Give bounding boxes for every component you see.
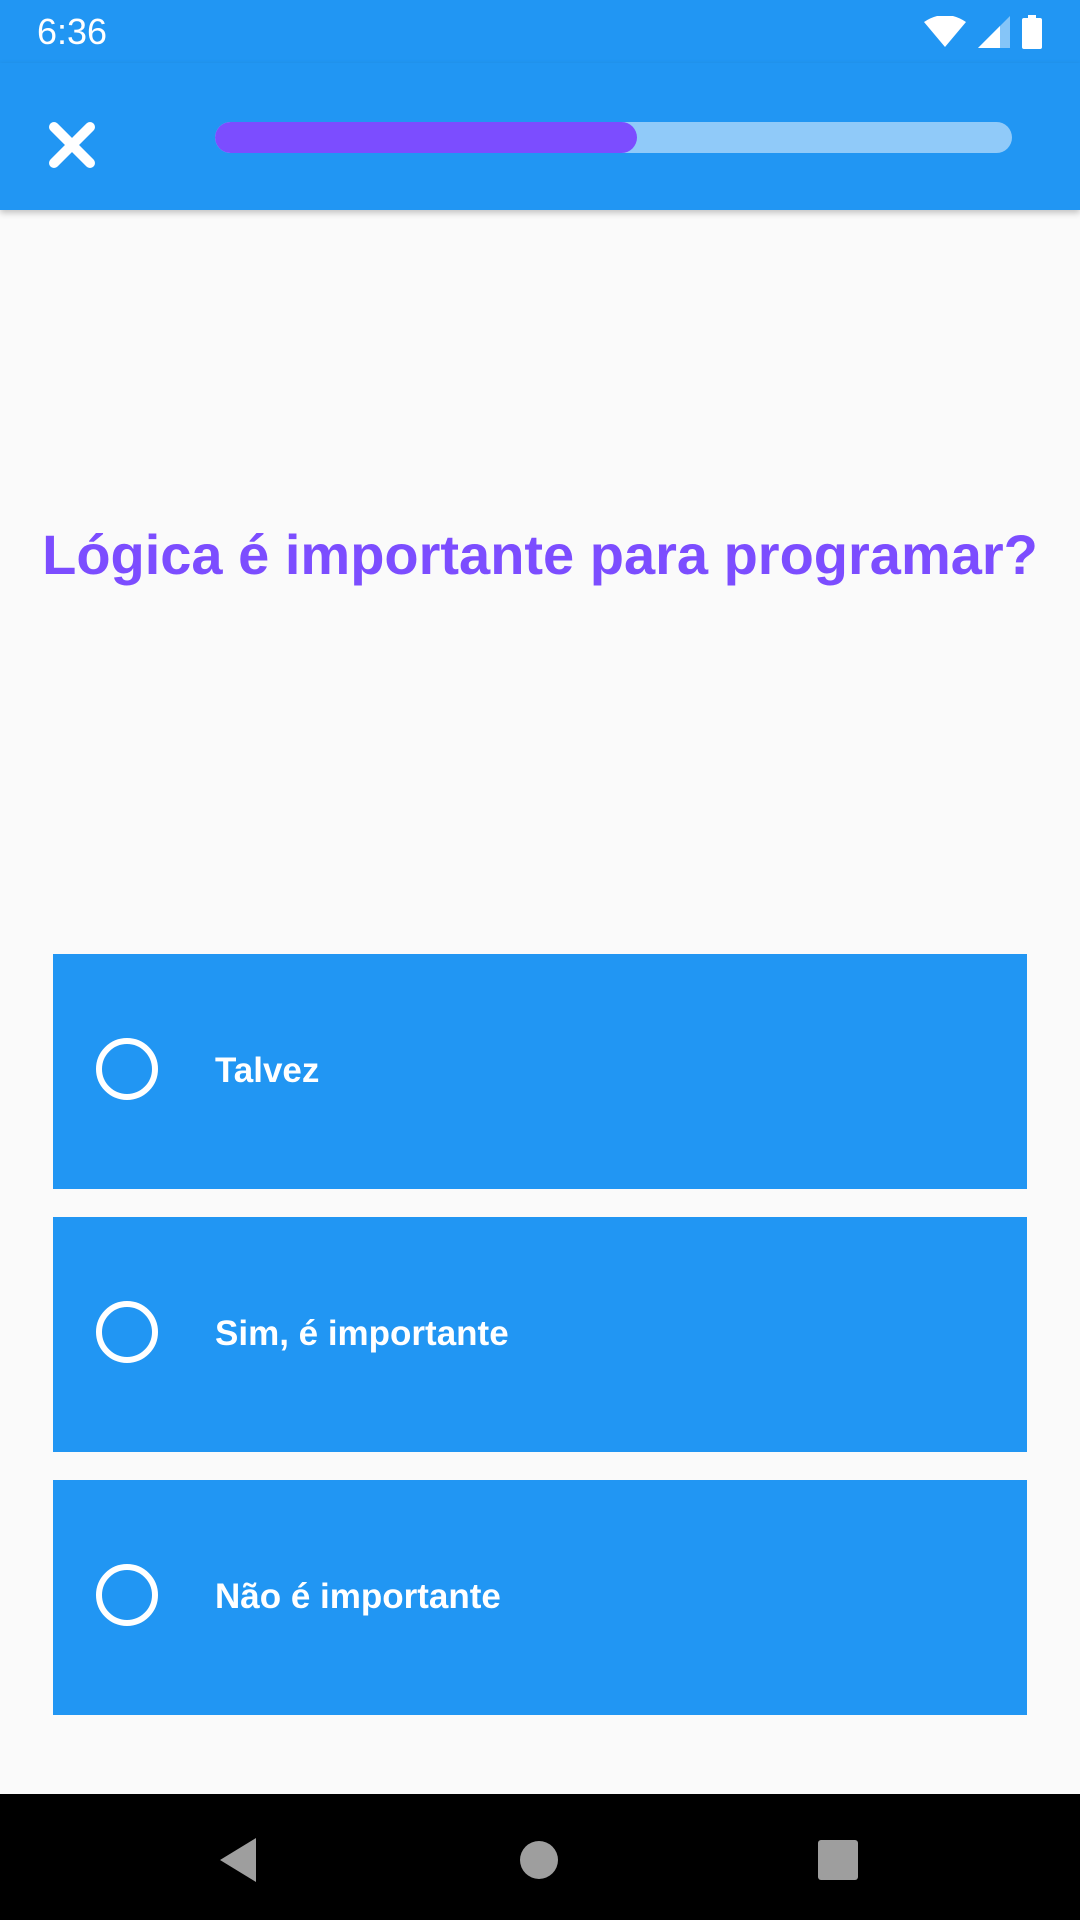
signal-icon bbox=[978, 16, 1010, 48]
answer-option[interactable]: Talvez bbox=[53, 954, 1027, 1189]
question-title: Lógica é importante para programar? bbox=[42, 523, 1038, 586]
answer-options: Talvez Sim, é importante Não é important… bbox=[53, 954, 1027, 1743]
back-button[interactable] bbox=[208, 1830, 268, 1890]
progress-fill bbox=[215, 122, 638, 153]
answer-option-label: Sim, é importante bbox=[215, 1314, 509, 1353]
radio-circle-icon bbox=[96, 1038, 158, 1100]
recents-icon bbox=[818, 1840, 858, 1880]
answer-option-label: Não é importante bbox=[215, 1577, 501, 1616]
radio-circle-icon bbox=[96, 1301, 158, 1363]
navigation-bar bbox=[0, 1794, 1080, 1920]
back-icon bbox=[220, 1838, 256, 1882]
home-button[interactable] bbox=[509, 1830, 569, 1890]
answer-option-label: Talvez bbox=[215, 1051, 320, 1090]
home-icon bbox=[520, 1841, 558, 1879]
progress-bar bbox=[215, 122, 1012, 153]
battery-icon bbox=[1022, 15, 1042, 49]
close-button[interactable] bbox=[38, 111, 106, 179]
radio-circle-icon bbox=[96, 1564, 158, 1626]
answer-option[interactable]: Não é importante bbox=[53, 1480, 1027, 1715]
answer-option[interactable]: Sim, é importante bbox=[53, 1217, 1027, 1452]
status-icons bbox=[924, 14, 1042, 50]
wifi-icon bbox=[924, 16, 966, 47]
recents-button[interactable] bbox=[808, 1830, 868, 1890]
close-icon bbox=[49, 122, 95, 168]
app-bar bbox=[0, 63, 1080, 210]
status-bar: 6:36 bbox=[0, 0, 1080, 63]
status-time: 6:36 bbox=[37, 11, 108, 52]
